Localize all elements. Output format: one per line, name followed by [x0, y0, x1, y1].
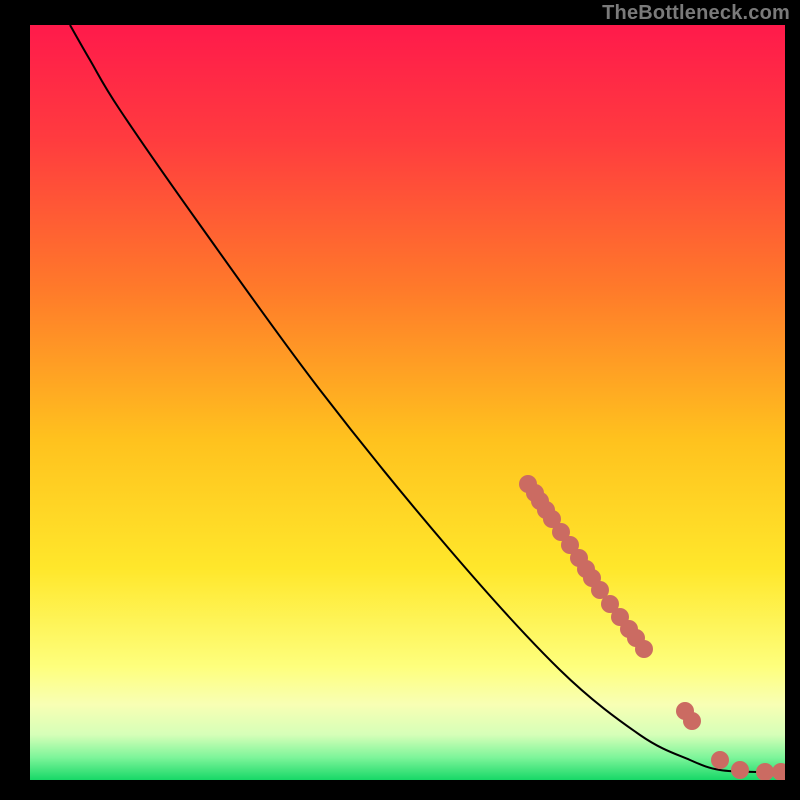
chart-frame: TheBottleneck.com: [0, 0, 800, 800]
bottleneck-curve-chart: [0, 0, 800, 800]
watermark-text: TheBottleneck.com: [602, 2, 790, 25]
data-marker: [731, 761, 749, 779]
data-marker: [635, 640, 653, 658]
heat-gradient-background: [30, 25, 785, 780]
data-marker: [772, 763, 790, 781]
data-marker: [683, 712, 701, 730]
data-marker: [756, 763, 774, 781]
data-marker: [711, 751, 729, 769]
